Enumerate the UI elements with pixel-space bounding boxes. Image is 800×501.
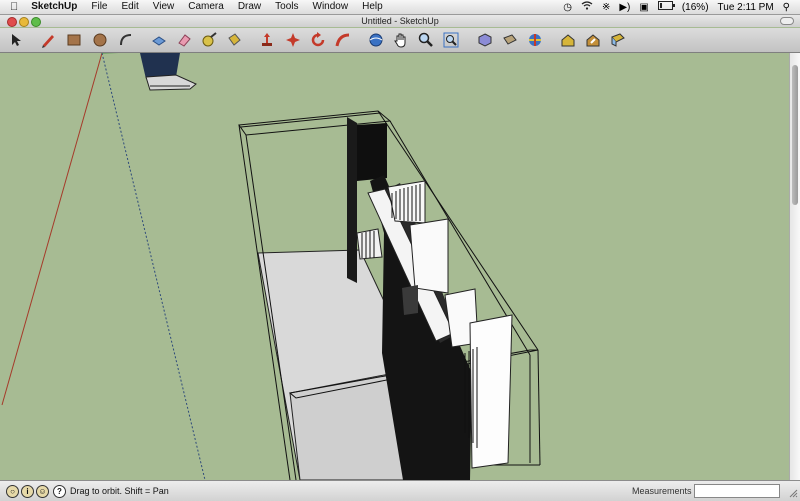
status-bar: ○ i ☺ ? Drag to orbit. Shift = Pan Measu… <box>0 480 800 501</box>
menu-file[interactable]: File <box>84 0 114 14</box>
menu-bar:  SketchUp File Edit View Camera Draw To… <box>0 0 800 15</box>
rotate-icon[interactable] <box>309 31 327 49</box>
window-zoom-button[interactable] <box>31 17 41 27</box>
window-minimize-button[interactable] <box>19 17 29 27</box>
follow-me-icon[interactable] <box>334 31 352 49</box>
toolbar-toggle-button[interactable] <box>780 17 794 25</box>
circle-icon[interactable] <box>91 31 109 49</box>
time-machine-icon[interactable]: ◷ <box>563 2 572 13</box>
menu-draw[interactable]: Draw <box>231 0 268 14</box>
menu-view[interactable]: View <box>146 0 182 14</box>
white-panel-2 <box>409 218 449 294</box>
layout-icon[interactable] <box>609 31 627 49</box>
top-view-icon[interactable] <box>501 31 519 49</box>
magnifier-icon[interactable]: ⚲ <box>783 2 790 13</box>
resize-grip-icon[interactable] <box>789 489 798 498</box>
input-menu-icon[interactable]: ▣ <box>639 2 648 13</box>
dark-wall-top <box>357 123 387 181</box>
help-icon[interactable]: ? <box>53 485 66 498</box>
zoom-extents-icon[interactable] <box>442 31 460 49</box>
pencil-icon[interactable] <box>39 31 57 49</box>
paint-bucket-icon[interactable] <box>225 31 243 49</box>
components-icon[interactable] <box>526 31 544 49</box>
wall-opening <box>402 285 418 315</box>
tape-measure-icon[interactable] <box>200 31 218 49</box>
menu-camera[interactable]: Camera <box>181 0 231 14</box>
human-figure <box>140 53 197 91</box>
offset-icon[interactable] <box>284 31 302 49</box>
credits-icon[interactable]: i <box>21 485 34 498</box>
menu-app-name[interactable]: SketchUp <box>24 0 84 14</box>
orbit-icon[interactable] <box>367 31 385 49</box>
select-arrow-icon[interactable] <box>7 31 25 49</box>
wifi-icon[interactable] <box>581 1 593 13</box>
move-icon[interactable] <box>258 31 276 49</box>
push-pull-icon[interactable] <box>150 31 168 49</box>
window-title: Untitled - SketchUp <box>361 16 439 26</box>
red-axis <box>1 53 103 406</box>
blue-axis <box>101 53 206 480</box>
window-title-bar: Untitled - SketchUp <box>0 15 800 27</box>
menu-help[interactable]: Help <box>355 0 390 14</box>
pan-hand-icon[interactable] <box>392 31 410 49</box>
measurements-label: Measurements <box>632 486 692 496</box>
menu-window[interactable]: Window <box>306 0 356 14</box>
share-model-icon[interactable] <box>584 31 602 49</box>
measurements-input[interactable] <box>694 484 780 498</box>
eraser-icon[interactable] <box>175 31 193 49</box>
volume-icon[interactable]: ▶) <box>619 2 630 13</box>
white-panel-4 <box>469 314 513 469</box>
menu-edit[interactable]: Edit <box>115 0 146 14</box>
window-close-button[interactable] <box>7 17 17 27</box>
battery-percent: (16%) <box>681 1 709 13</box>
vertical-scrollbar[interactable] <box>789 53 800 480</box>
bluetooth-icon[interactable]: ※ <box>602 2 610 13</box>
iso-view-icon[interactable] <box>476 31 494 49</box>
model-canvas[interactable] <box>0 53 789 480</box>
user-icon[interactable]: ☺ <box>36 485 49 498</box>
menu-tools[interactable]: Tools <box>268 0 305 14</box>
warehouse-icon[interactable] <box>559 31 577 49</box>
rectangle-icon[interactable] <box>65 31 83 49</box>
apple-icon[interactable]:  <box>0 0 24 14</box>
zoom-icon[interactable] <box>417 31 435 49</box>
toolbar <box>0 28 800 53</box>
battery-icon[interactable] <box>657 1 675 13</box>
geo-location-icon[interactable]: ○ <box>6 485 19 498</box>
status-hint: Drag to orbit. Shift = Pan <box>70 486 169 496</box>
model-viewport[interactable] <box>0 53 789 480</box>
scrollbar-thumb[interactable] <box>792 65 798 205</box>
arc-icon[interactable] <box>117 31 135 49</box>
clock[interactable]: Tue 2:11 PM <box>718 2 774 13</box>
dark-wall-left <box>347 117 357 283</box>
